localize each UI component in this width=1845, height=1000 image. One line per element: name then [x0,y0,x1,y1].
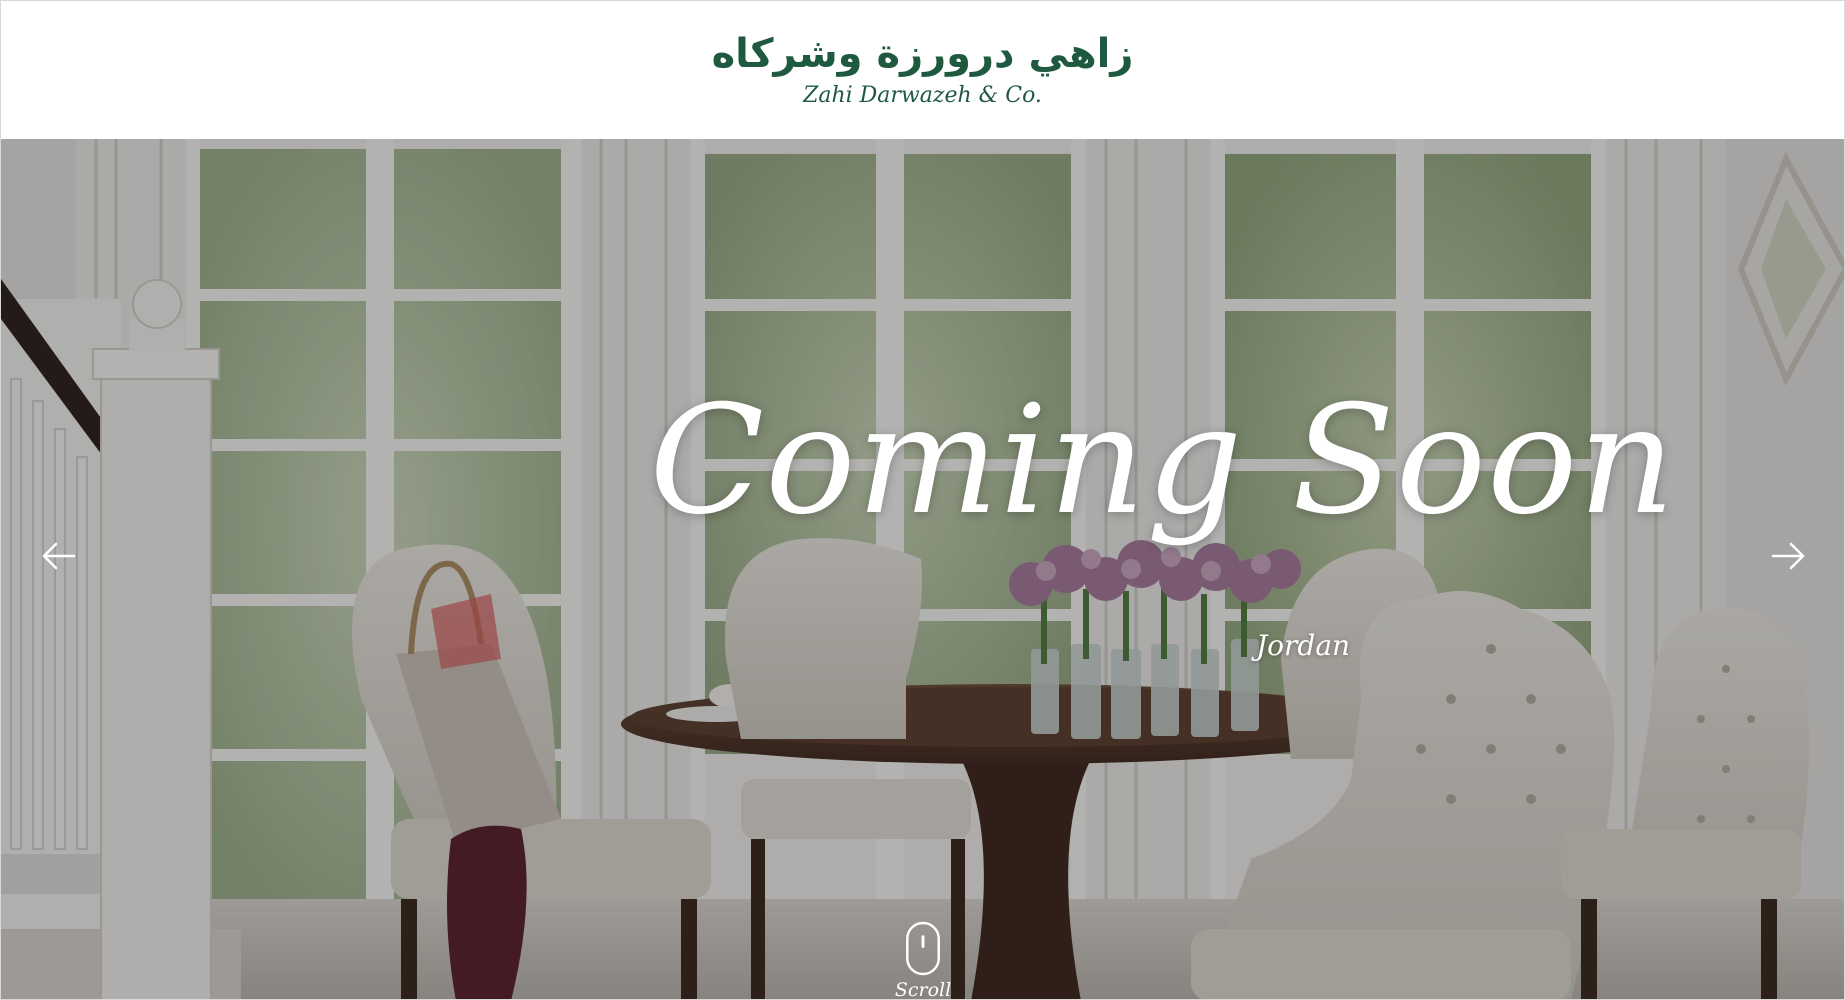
logo-arabic-text: زاهي درورزة وشركاه [711,31,1134,77]
logo-latin-text: Zahi Darwazeh & Co. [803,83,1042,108]
brand-logo[interactable]: زاهي درورزة وشركاه Zahi Darwazeh & Co. [712,30,1134,110]
slider-next-button[interactable] [1762,529,1816,583]
mouse-icon [906,921,940,976]
slider-prev-button[interactable] [31,529,85,583]
arrow-left-icon [42,542,76,570]
hero-title: Coming Soon [649,374,1676,548]
scroll-down-button[interactable]: Scroll [893,921,953,1000]
hero-dim-overlay [1,139,1844,999]
page: زاهي درورزة وشركاه Zahi Darwazeh & Co. C… [0,0,1845,1000]
hero-slider: Coming Soon Jordan Scroll [1,139,1844,1000]
site-header: زاهي درورزة وشركاه Zahi Darwazeh & Co. [1,1,1844,139]
arrow-right-icon [1771,542,1805,570]
scroll-label: Scroll [894,979,952,1000]
hero-subtitle: Jordan [1255,629,1351,662]
